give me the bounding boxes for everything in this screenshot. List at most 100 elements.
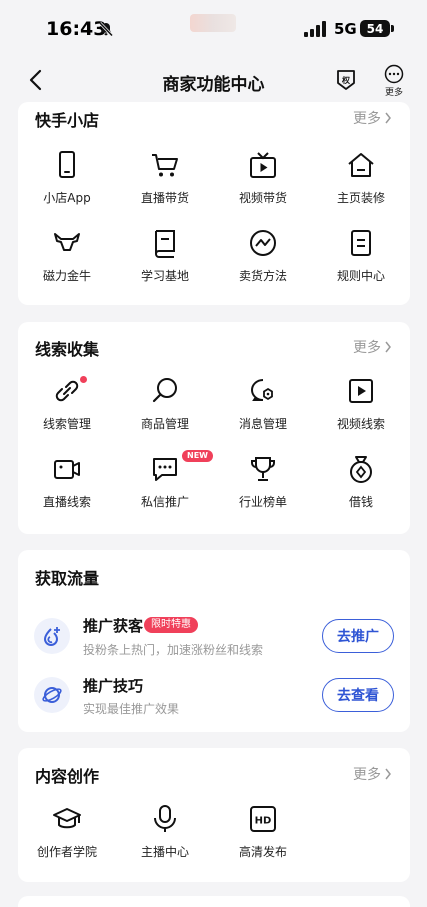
shop-item-label: 视频带货 (238, 191, 287, 205)
doc-icon (351, 230, 371, 256)
chevron-right-icon (385, 112, 391, 124)
battery-icon: 54 (360, 20, 390, 37)
money-bag-icon (350, 456, 372, 483)
chevron-right-icon (385, 341, 391, 353)
book-icon (155, 230, 175, 258)
tips-title: 推广技巧 (83, 677, 144, 695)
promote-icon-wrap (34, 618, 70, 654)
traffic-card: 获取流量 推广获客 限时特惠 投粉条上热门，加速涨粉丝和线索 去推广 推广技巧 … (18, 550, 410, 732)
trend-icon (250, 230, 276, 256)
shop-more-link[interactable]: 更多 (353, 108, 392, 128)
microphone-icon (154, 805, 176, 832)
more-label[interactable]: 更多 (384, 85, 404, 98)
leads-section-title: 线索收集 (35, 340, 100, 359)
leads-item-video[interactable]: 视频线索 (312, 376, 410, 432)
graduation-cap-icon (53, 808, 81, 829)
phone-icon (59, 151, 75, 178)
leads-item-label: 视频线索 (336, 417, 385, 431)
leads-item-label: 行业榜单 (238, 495, 287, 509)
status-blur (190, 14, 236, 32)
content-item-label: 高清发布 (238, 845, 287, 859)
content-card: 内容创作 更多 创作者学院 主播中心 HD 高清发布 (18, 748, 410, 882)
leads-more-link[interactable]: 更多 (353, 337, 392, 357)
leads-item-manage[interactable]: 线索管理 (18, 376, 116, 432)
promote-title: 推广获客 (83, 617, 144, 635)
status-bar: 16:43 5G 54 (0, 0, 427, 58)
shop-item-label: 卖货方法 (238, 269, 287, 283)
shield-label: 权 (341, 75, 351, 85)
message-icon (153, 458, 177, 481)
search-icon (152, 378, 177, 403)
flame-plus-icon (43, 627, 60, 646)
leads-item-messages[interactable]: 消息管理 (214, 376, 312, 432)
tips-icon-wrap (34, 677, 70, 713)
leads-item-loan[interactable]: 借钱 (312, 454, 410, 510)
leads-item-ranking[interactable]: 行业榜单 (214, 454, 312, 510)
leads-item-label: 直播线索 (42, 495, 91, 509)
next-card-edge (18, 896, 410, 907)
promote-subtitle: 投粉条上热门，加速涨粉丝和线索 (83, 643, 264, 657)
shop-item-live-sales[interactable]: 直播带货 (116, 150, 214, 206)
bull-icon (54, 233, 80, 251)
content-item-academy[interactable]: 创作者学院 (18, 804, 116, 860)
content-section-title: 内容创作 (35, 767, 100, 786)
bell-muted-icon (98, 21, 114, 37)
shop-item-video-sales[interactable]: 视频带货 (214, 150, 312, 206)
shop-more-label: 更多 (353, 111, 381, 127)
nav-bar: 商家功能中心 权 更多 (0, 58, 427, 102)
shop-item-label: 学习基地 (140, 269, 189, 283)
shop-item-app[interactable]: 小店App (18, 150, 116, 206)
play-icon (349, 379, 373, 403)
shop-item-label: 磁力金牛 (42, 269, 91, 283)
leads-more-label: 更多 (353, 340, 381, 356)
content-item-label: 主播中心 (140, 845, 189, 859)
shop-card: 快手小店 更多 小店App 直播带货 视频带货 主页装修 磁力金牛 学习基地 卖… (18, 102, 410, 305)
shop-section-title: 快手小店 (35, 111, 100, 130)
tv-icon (250, 152, 276, 178)
leads-item-label: 借钱 (348, 495, 373, 509)
leads-item-live[interactable]: 直播线索 (18, 454, 116, 510)
content-item-hd[interactable]: HD 高清发布 (214, 804, 312, 860)
leads-item-label: 线索管理 (42, 417, 91, 431)
leads-card: 线索收集 更多 线索管理 商品管理 消息管理 视频线索 直播线索 NEW 私信推… (18, 322, 410, 534)
shield-icon[interactable]: 权 (335, 68, 357, 92)
leads-item-label: 商品管理 (140, 417, 189, 431)
hd-icon: HD (250, 806, 276, 832)
shop-item-label: 规则中心 (336, 269, 385, 283)
shop-item-label: 小店App (43, 191, 91, 205)
notification-dot (80, 376, 87, 383)
shop-item-method[interactable]: 卖货方法 (214, 228, 312, 284)
shop-item-label: 主页装修 (336, 191, 385, 205)
content-more-link[interactable]: 更多 (353, 764, 392, 784)
page-title: 商家功能中心 (162, 75, 265, 95)
content-more-label: 更多 (353, 767, 381, 783)
go-view-button[interactable]: 去查看 (322, 678, 394, 712)
shop-item-homepage[interactable]: 主页装修 (312, 150, 410, 206)
leads-item-goods[interactable]: 商品管理 (116, 376, 214, 432)
leads-item-label: 消息管理 (238, 417, 287, 431)
content-item-label: 创作者学院 (36, 845, 97, 859)
leads-item-label: 私信推广 (140, 495, 189, 509)
go-promote-button[interactable]: 去推广 (322, 619, 394, 653)
trophy-icon (251, 457, 275, 481)
content-item-anchor[interactable]: 主播中心 (116, 804, 214, 860)
signal-icon (304, 21, 326, 37)
chevron-right-icon (385, 768, 391, 780)
hd-glyph: HD (255, 816, 272, 827)
network-type: 5G (334, 20, 357, 38)
shop-item-label: 直播带货 (140, 191, 189, 205)
tips-subtitle: 实现最佳推广效果 (83, 702, 180, 716)
leads-item-dm-promo[interactable]: NEW 私信推广 (116, 450, 214, 510)
home-icon (348, 153, 374, 177)
cart-icon (152, 154, 178, 177)
traffic-section-title: 获取流量 (35, 569, 100, 588)
camera-icon (54, 460, 80, 479)
more-icon[interactable] (384, 64, 404, 84)
link-icon (55, 380, 79, 402)
chat-gear-icon (251, 379, 273, 401)
promo-tag: 限时特惠 (144, 617, 198, 633)
shop-item-learning[interactable]: 学习基地 (116, 228, 214, 284)
shop-item-rules[interactable]: 规则中心 (312, 228, 410, 284)
battery-cap (391, 25, 394, 32)
shop-item-bull[interactable]: 磁力金牛 (18, 228, 116, 284)
